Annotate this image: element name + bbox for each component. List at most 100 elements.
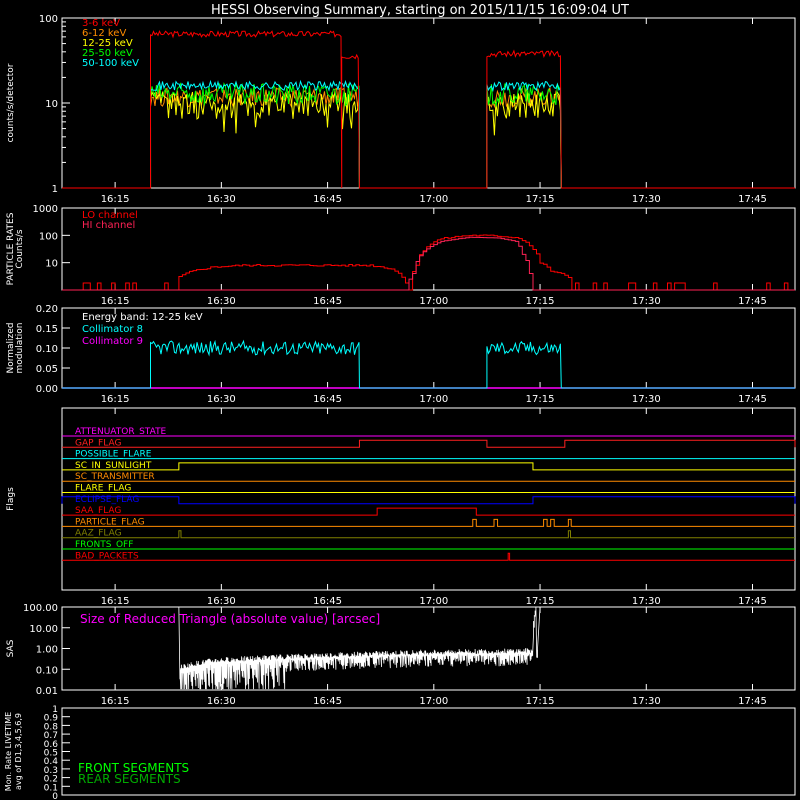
x-tick-label: 17:00	[419, 596, 448, 607]
x-tick-label: 16:15	[101, 194, 130, 205]
y-tick-label: 0.00	[36, 384, 58, 395]
y-axis-label: Counts/s	[15, 229, 25, 268]
y-tick-label: 0.4	[44, 757, 59, 767]
flags-panel	[61, 407, 796, 591]
y-tick-label: 0.10	[36, 344, 58, 355]
x-tick-label: 17:45	[738, 596, 767, 607]
flag-label: FRONTS_OFF	[75, 540, 133, 550]
y-tick-label: 0.10	[36, 665, 58, 676]
x-tick-label: 16:45	[313, 194, 342, 205]
x-tick-label: 16:45	[313, 296, 342, 307]
flag-label: FLARE_FLAG	[75, 484, 131, 494]
series-line-3-6-keV	[62, 30, 795, 189]
flag-line-ECLIPSE_FLAG	[61, 496, 796, 505]
x-tick-label: 16:30	[207, 596, 236, 607]
series-line-HI-channel	[62, 236, 795, 291]
x-tick-label: 17:00	[419, 194, 448, 205]
y-axis-label: modulation	[15, 323, 25, 374]
flag-line-SAA_FLAG	[62, 507, 795, 516]
flag-label: BAD_PACKETS	[75, 551, 139, 561]
legend-entry: Collimator 9	[82, 336, 143, 347]
y-tick-label: 1	[52, 184, 58, 195]
legend-entry: 50-100 keV	[82, 58, 139, 69]
x-tick-label: 17:15	[526, 696, 555, 707]
series-line-Collimator-8	[62, 339, 795, 389]
y-tick-label: 0.9	[44, 714, 59, 724]
flag-line-SC_IN_SUNLIGHT	[62, 462, 795, 471]
flag-label: GAP_FLAG	[75, 438, 121, 448]
x-tick-label: 17:30	[632, 296, 661, 307]
annotation: Energy band: 12-25 keV	[82, 312, 203, 323]
x-tick-label: 16:15	[101, 696, 130, 707]
legend-entry: 3-6 keV	[82, 18, 120, 29]
flag-label: AAZ_FLAG	[75, 529, 122, 539]
annotation: Size of Reduced Triangle (absolute value…	[80, 612, 380, 626]
y-tick-label: 1.00	[36, 645, 58, 656]
x-tick-label: 16:15	[101, 394, 130, 405]
y-tick-label: 0.5	[44, 749, 58, 759]
x-tick-label: 16:30	[207, 296, 236, 307]
legend-entry: Collimator 8	[82, 324, 143, 335]
y-tick-label: 0.6	[44, 740, 59, 750]
y-tick-label: 1000	[33, 204, 58, 215]
y-axis-label: Mon. Rate LIVETIME	[4, 712, 13, 791]
y-tick-label: 1	[52, 705, 58, 715]
flag-label: SC_TRANSMITTER	[75, 472, 155, 482]
x-tick-label: 16:45	[313, 596, 342, 607]
y-tick-label: 100.00	[23, 603, 58, 614]
y-tick-label: 0.15	[36, 324, 58, 335]
flag-line-PARTICLE_FLAG	[62, 518, 795, 527]
x-tick-label: 17:45	[738, 194, 767, 205]
x-tick-label: 17:15	[526, 194, 555, 205]
y-tick-label: 10.00	[29, 624, 58, 635]
x-tick-label: 16:30	[207, 394, 236, 405]
x-tick-label: 17:15	[526, 394, 555, 405]
hessi-summary-chart: HESSI Observing Summary, starting on 201…	[4, 3, 796, 800]
x-tick-label: 16:30	[207, 194, 236, 205]
legend-entry: REAR SEGMENTS	[78, 772, 181, 786]
y-axis-label: Flags	[6, 487, 16, 511]
x-tick-label: 17:30	[632, 194, 661, 205]
y-tick-label: 0.20	[36, 304, 58, 315]
y-tick-label: 0.05	[36, 364, 58, 375]
series-line-LO-channel	[62, 234, 795, 291]
y-axis-label: counts/s/detector	[6, 63, 16, 142]
y-tick-label: 0.7	[44, 731, 58, 741]
series-line-12-25-keV	[62, 90, 795, 189]
x-tick-label: 16:45	[313, 394, 342, 405]
x-tick-label: 17:00	[419, 296, 448, 307]
flag-label: SAA_FLAG	[75, 506, 121, 516]
x-tick-label: 17:00	[419, 696, 448, 707]
x-tick-label: 17:45	[738, 394, 767, 405]
y-tick-label: 10	[45, 259, 58, 270]
flag-label: ECLIPSE_FLAG	[75, 495, 139, 505]
x-tick-label: 16:15	[101, 596, 130, 607]
y-tick-label: 10	[45, 99, 58, 110]
flag-label: SC_IN_SUNLIGHT	[75, 461, 152, 471]
y-tick-label: 100	[39, 231, 58, 242]
flag-label: ATTENUATOR_STATE	[75, 427, 167, 437]
x-tick-label: 16:15	[101, 296, 130, 307]
x-tick-label: 17:30	[632, 696, 661, 707]
chart-title: HESSI Observing Summary, starting on 201…	[211, 3, 629, 18]
y-tick-label: 100	[39, 14, 58, 25]
flag-label: POSSIBLE_FLARE	[75, 450, 152, 460]
y-axis-label: avg of D1,3,4,5,6,9	[14, 713, 23, 790]
y-tick-label: 0.8	[44, 722, 59, 732]
flag-line-BAD_PACKETS	[62, 552, 795, 561]
y-tick-label: 0.01	[36, 686, 58, 697]
y-axis-label: SAS	[6, 639, 16, 657]
x-tick-label: 17:30	[632, 596, 661, 607]
x-tick-label: 17:15	[526, 296, 555, 307]
x-tick-label: 17:45	[738, 296, 767, 307]
x-tick-label: 16:45	[313, 696, 342, 707]
flag-line-AAZ_FLAG	[62, 530, 795, 539]
flag-label: PARTICLE_FLAG	[75, 517, 145, 527]
x-tick-label: 16:30	[207, 696, 236, 707]
x-tick-label: 17:30	[632, 394, 661, 405]
y-tick-label: 0.3	[44, 766, 58, 776]
y-tick-label: 0.2	[44, 775, 58, 785]
x-tick-label: 17:00	[419, 394, 448, 405]
legend-entry: HI channel	[82, 220, 135, 231]
y-tick-label: 0.1	[44, 783, 58, 793]
